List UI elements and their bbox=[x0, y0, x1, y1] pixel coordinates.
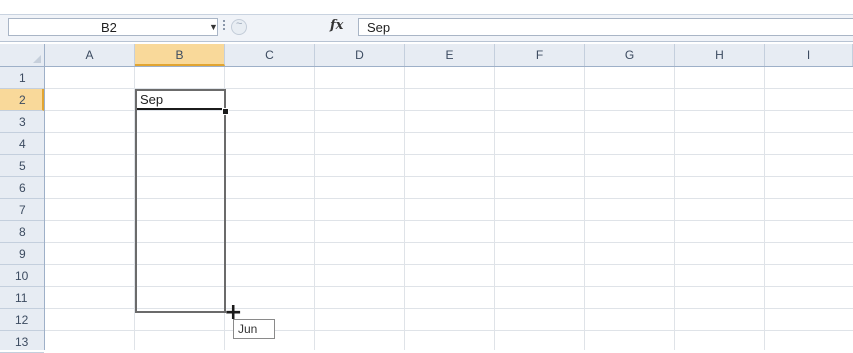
column-headers: A B C D E F G H I bbox=[0, 44, 853, 67]
row-header-11[interactable]: 11 bbox=[0, 287, 44, 309]
row-header-6[interactable]: 6 bbox=[0, 177, 44, 199]
row-headers: 1 2 3 4 5 6 7 8 9 10 11 12 13 bbox=[0, 67, 45, 353]
cancel-icon[interactable]: ~ bbox=[231, 18, 247, 35]
row-header-2[interactable]: 2 bbox=[0, 89, 44, 111]
row-header-12[interactable]: 12 bbox=[0, 309, 44, 331]
formula-buttons: ~ fx bbox=[228, 18, 356, 36]
select-all-corner[interactable] bbox=[0, 44, 45, 66]
column-header-a[interactable]: A bbox=[45, 44, 135, 66]
formula-bar: B2 ▼ ~ fx Sep bbox=[0, 14, 853, 42]
insert-function-icon[interactable]: fx bbox=[330, 18, 343, 33]
row-header-4[interactable]: 4 bbox=[0, 133, 44, 155]
column-header-f[interactable]: F bbox=[495, 44, 585, 66]
column-header-g[interactable]: G bbox=[585, 44, 675, 66]
column-header-e[interactable]: E bbox=[405, 44, 495, 66]
row-header-3[interactable]: 3 bbox=[0, 111, 44, 133]
selection-range[interactable] bbox=[135, 89, 226, 313]
formula-text: Sep bbox=[367, 20, 391, 35]
row-header-8[interactable]: 8 bbox=[0, 221, 44, 243]
row-header-1[interactable]: 1 bbox=[0, 67, 44, 89]
active-cell-border bbox=[137, 108, 223, 110]
column-header-c[interactable]: C bbox=[225, 44, 315, 66]
column-header-h[interactable]: H bbox=[675, 44, 765, 66]
row-header-9[interactable]: 9 bbox=[0, 243, 44, 265]
autofill-tooltip: Jun bbox=[233, 319, 275, 339]
row-header-7[interactable]: 7 bbox=[0, 199, 44, 221]
spreadsheet-grid: A B C D E F G H I 1 2 3 4 5 6 7 8 9 10 1… bbox=[0, 44, 853, 353]
formula-input[interactable]: Sep bbox=[358, 18, 853, 36]
column-header-i[interactable]: I bbox=[765, 44, 853, 66]
resize-handle-icon[interactable] bbox=[222, 20, 226, 34]
name-box[interactable]: B2 ▼ bbox=[8, 18, 218, 36]
column-header-b[interactable]: B bbox=[135, 44, 225, 66]
row-header-5[interactable]: 5 bbox=[0, 155, 44, 177]
column-header-d[interactable]: D bbox=[315, 44, 405, 66]
chevron-down-icon[interactable]: ▼ bbox=[209, 22, 218, 32]
fill-handle[interactable] bbox=[222, 108, 229, 115]
title-strip bbox=[0, 0, 853, 14]
name-box-value: B2 bbox=[101, 20, 117, 35]
row-header-10[interactable]: 10 bbox=[0, 265, 44, 287]
